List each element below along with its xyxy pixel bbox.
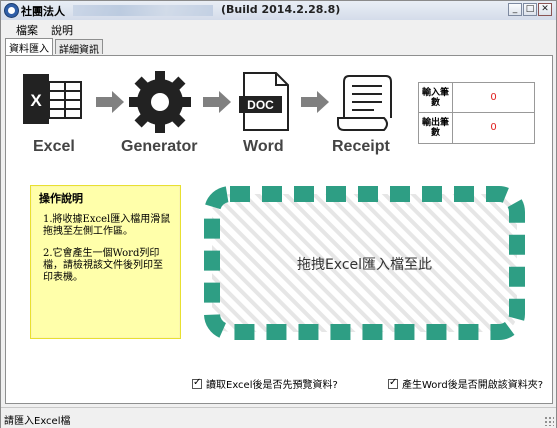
open-folder-checkbox-label[interactable]: 產生Word後是否開啟該資料夾? — [402, 376, 543, 391]
output-count-label: 輸出筆數 — [419, 113, 453, 143]
workflow-diagram: X DOC Excel Generator Word Receipt 輸入筆數 … — [6, 56, 554, 166]
minimize-button[interactable]: _ — [508, 3, 522, 16]
status-bar: 請匯入Excel檔 — [1, 407, 556, 428]
drop-zone[interactable]: 拖拽Excel匯入檔至此 — [202, 184, 527, 342]
maximize-button[interactable]: □ — [523, 3, 537, 16]
instructions-step-2: 2.它會產生一個Word列印檔，請檢視該文件後列印至印表機。 — [43, 248, 163, 283]
output-count-value: 0 — [490, 122, 497, 133]
tab-details[interactable]: 詳細資訊 — [55, 39, 103, 56]
step-label-excel: Excel — [33, 138, 75, 155]
open-folder-checkbox[interactable] — [388, 377, 398, 389]
preview-option[interactable]: 讀取Excel後是否先預覽資料? — [192, 376, 338, 391]
instructions-title: 操作說明 — [39, 192, 83, 205]
instructions-step-1: 1.將收據Excel匯入檔用滑鼠拖拽至左側工作區。 — [43, 214, 171, 237]
step-label-receipt: Receipt — [332, 138, 390, 155]
window-title: 社團法人 — [21, 5, 65, 18]
receipt-icon — [337, 75, 392, 131]
resize-grip-icon[interactable] — [544, 416, 554, 426]
menu-help[interactable]: 說明 — [51, 22, 73, 38]
open-folder-option[interactable]: 產生Word後是否開啟該資料夾? — [388, 376, 543, 391]
step-label-word: Word — [243, 138, 284, 155]
excel-icon: X — [23, 74, 82, 124]
close-button[interactable]: ✕ — [538, 3, 552, 16]
gear-icon — [129, 71, 191, 133]
tab-panel: X DOC Excel Generator Word Receipt 輸入筆數 … — [5, 55, 553, 404]
app-logo-icon — [4, 3, 19, 18]
arrow-right-icon — [203, 91, 231, 113]
tab-data-import[interactable]: 資料匯入 — [5, 38, 53, 55]
build-version: (Build 2014.2.28.8) — [221, 3, 341, 16]
input-count-row: 輸入筆數 0 — [419, 83, 534, 113]
arrow-right-icon — [96, 91, 124, 113]
title-bar[interactable]: 社團法人 (Build 2014.2.28.8) _ □ ✕ — [1, 1, 556, 21]
title-redacted — [73, 5, 213, 16]
output-count-row: 輸出筆數 0 — [419, 113, 534, 143]
drop-zone-text: 拖拽Excel匯入檔至此 — [296, 257, 433, 273]
preview-checkbox[interactable] — [192, 377, 202, 389]
preview-checkbox-label[interactable]: 讀取Excel後是否先預覽資料? — [206, 376, 338, 391]
arrow-right-icon — [301, 91, 329, 113]
menu-file[interactable]: 檔案 — [16, 22, 38, 38]
app-window: 社團法人 (Build 2014.2.28.8) _ □ ✕ 檔案 說明 資料匯… — [0, 0, 557, 428]
menu-bar: 檔案 說明 — [1, 20, 556, 37]
input-count-value: 0 — [490, 92, 497, 103]
svg-text:DOC: DOC — [247, 98, 274, 112]
record-count-table: 輸入筆數 0 輸出筆數 0 — [418, 82, 535, 144]
input-count-label: 輸入筆數 — [419, 83, 453, 112]
step-label-generator: Generator — [121, 138, 198, 155]
status-text: 請匯入Excel檔 — [4, 416, 71, 427]
instructions-panel: 操作說明 1.將收據Excel匯入檔用滑鼠拖拽至左側工作區。 2.它會產生一個W… — [30, 185, 181, 339]
doc-file-icon: DOC — [239, 72, 289, 131]
svg-text:X: X — [30, 91, 42, 110]
